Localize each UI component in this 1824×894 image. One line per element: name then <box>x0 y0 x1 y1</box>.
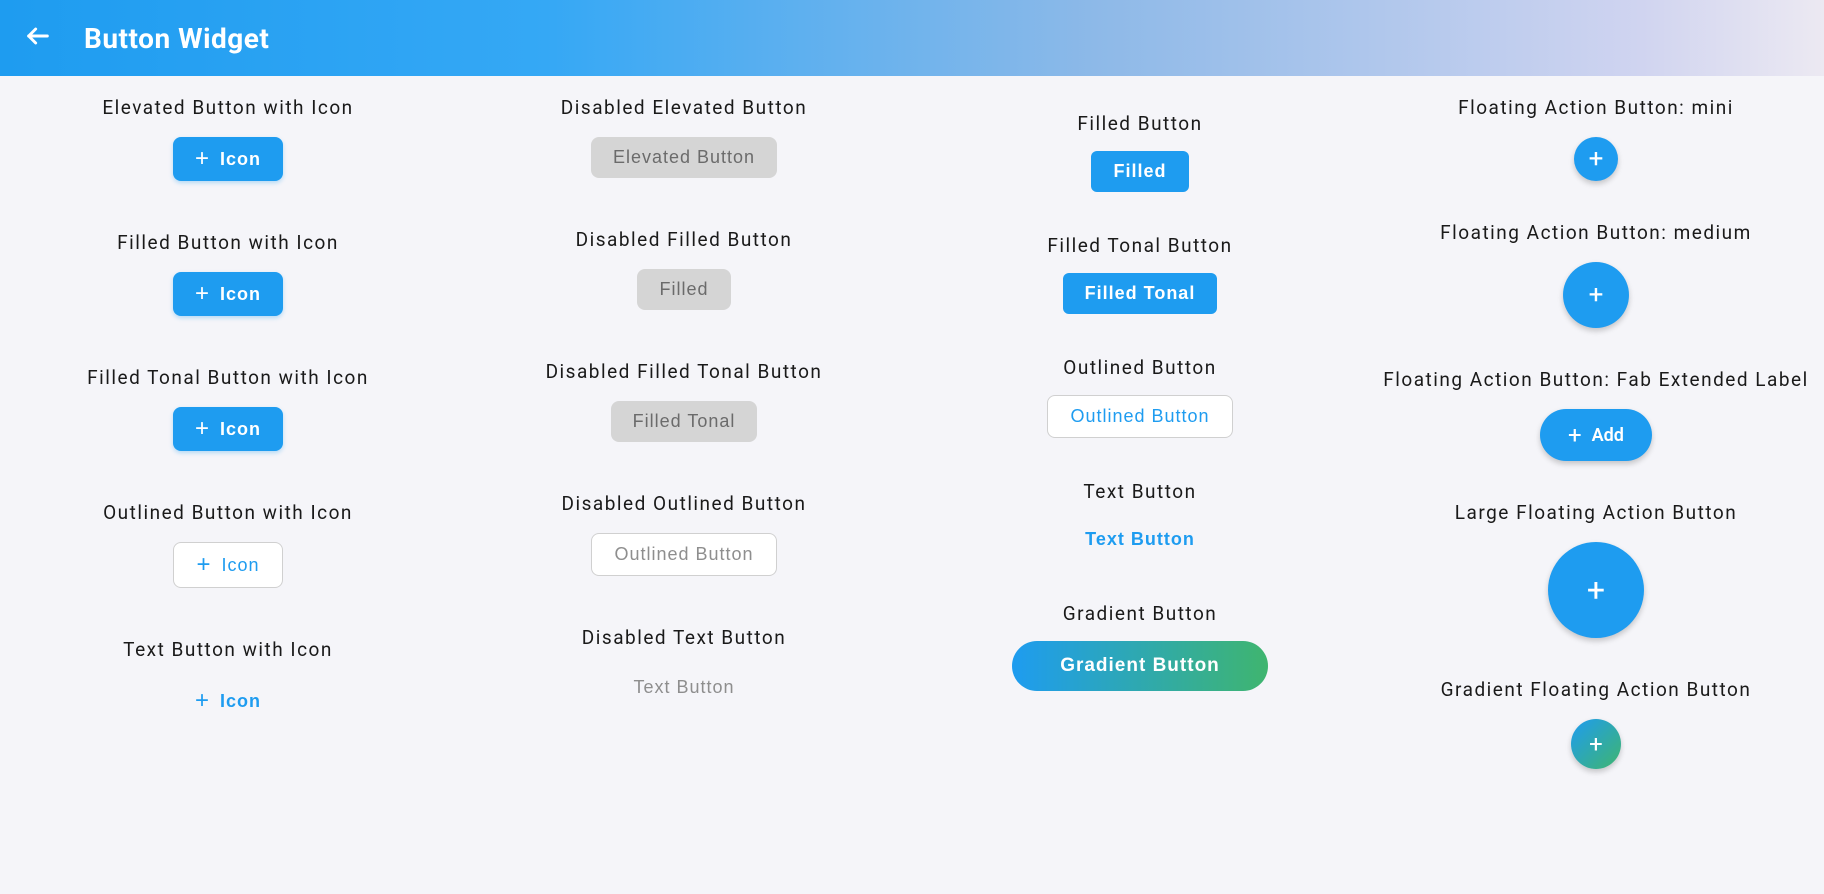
label: Text Button with Icon <box>123 638 333 661</box>
disabled-filled-button: Filled <box>637 269 730 310</box>
label: Disabled Outlined Button <box>562 492 807 515</box>
gradient-button[interactable]: Gradient Button <box>1012 641 1268 691</box>
section-fab-extended: Floating Action Button: Fab Extended Lab… <box>1383 368 1808 461</box>
section-text: Text Button Text Button <box>1063 480 1217 560</box>
label: Filled Button with Icon <box>117 231 339 254</box>
back-arrow-icon[interactable] <box>24 22 52 54</box>
plus-icon: + <box>1587 574 1605 606</box>
appbar: Button Widget <box>0 0 1824 76</box>
label: Large Floating Action Button <box>1455 501 1737 524</box>
section-disabled-filled: Disabled Filled Button Filled <box>576 228 793 310</box>
disabled-tonal-button: Filled Tonal <box>611 401 758 442</box>
fab-gradient[interactable]: + <box>1571 719 1621 769</box>
filled-button[interactable]: Filled <box>1091 151 1188 192</box>
outlined-button[interactable]: Outlined Button <box>1047 395 1232 438</box>
plus-icon: + <box>195 417 210 441</box>
page-title: Button Widget <box>84 22 269 55</box>
section-elevated-icon: Elevated Button with Icon + Icon <box>102 96 353 181</box>
button-label: Icon <box>221 555 259 576</box>
button-label: Outlined Button <box>614 544 753 565</box>
column-disabled-buttons: Disabled Elevated Button Elevated Button… <box>456 84 912 894</box>
button-label: Text Button <box>1085 529 1195 550</box>
label: Floating Action Button: Fab Extended Lab… <box>1383 368 1808 391</box>
disabled-text-button: Text Button <box>611 667 756 708</box>
disabled-outlined-button: Outlined Button <box>591 533 776 576</box>
section-outlined: Outlined Button Outlined Button <box>1047 356 1232 438</box>
button-label: Outlined Button <box>1070 406 1209 427</box>
plus-icon: + <box>1589 282 1604 308</box>
button-label: Icon <box>220 691 261 712</box>
plus-icon: + <box>196 553 211 577</box>
text-button[interactable]: Text Button <box>1063 519 1217 560</box>
label: Floating Action Button: medium <box>1440 221 1752 244</box>
tonal-button[interactable]: Filled Tonal <box>1063 273 1218 314</box>
section-gradient: Gradient Button Gradient Button <box>1012 602 1268 691</box>
section-tonal-icon: Filled Tonal Button with Icon + Icon <box>87 366 369 451</box>
label: Disabled Elevated Button <box>561 96 807 119</box>
label: Gradient Floating Action Button <box>1441 678 1752 701</box>
label: Outlined Button <box>1063 356 1216 379</box>
label: Disabled Filled Tonal Button <box>546 360 823 383</box>
content: Elevated Button with Icon + Icon Filled … <box>0 76 1824 894</box>
button-label: Icon <box>220 284 261 305</box>
section-fab-large: Large Floating Action Button + <box>1455 501 1737 638</box>
plus-icon: + <box>195 147 210 171</box>
label: Elevated Button with Icon <box>102 96 353 119</box>
filled-icon-button[interactable]: + Icon <box>173 272 283 316</box>
tonal-icon-button[interactable]: + Icon <box>173 407 283 451</box>
column-fabs: Floating Action Button: mini + Floating … <box>1368 84 1824 894</box>
plus-icon: + <box>1568 423 1582 447</box>
column-basic-buttons: Filled Button Filled Filled Tonal Button… <box>912 84 1368 894</box>
section-filled: Filled Button Filled <box>1077 112 1202 192</box>
text-icon-button[interactable]: + Icon <box>173 679 283 723</box>
label: Filled Tonal Button with Icon <box>87 366 369 389</box>
label: Disabled Text Button <box>582 626 786 649</box>
section-outlined-icon: Outlined Button with Icon + Icon <box>103 501 353 588</box>
button-label: Filled <box>1113 161 1166 182</box>
plus-icon: + <box>195 282 210 306</box>
button-label: Icon <box>220 149 261 170</box>
section-text-icon: Text Button with Icon + Icon <box>123 638 333 723</box>
label: Disabled Filled Button <box>576 228 793 251</box>
fab-medium[interactable]: + <box>1563 262 1629 328</box>
label: Floating Action Button: mini <box>1458 96 1734 119</box>
section-disabled-elevated: Disabled Elevated Button Elevated Button <box>561 96 807 178</box>
section-disabled-outlined: Disabled Outlined Button Outlined Button <box>562 492 807 576</box>
section-fab-gradient: Gradient Floating Action Button + <box>1441 678 1752 769</box>
label: Outlined Button with Icon <box>103 501 353 524</box>
button-label: Add <box>1592 425 1624 446</box>
button-label: Filled <box>659 279 708 300</box>
button-label: Filled Tonal <box>1085 283 1196 304</box>
fab-extended[interactable]: + Add <box>1540 409 1652 461</box>
section-disabled-tonal: Disabled Filled Tonal Button Filled Tona… <box>546 360 823 442</box>
button-label: Text Button <box>633 677 734 698</box>
plus-icon: + <box>1589 732 1603 756</box>
plus-icon: + <box>1589 146 1604 172</box>
button-label: Elevated Button <box>613 147 755 168</box>
section-filled-icon: Filled Button with Icon + Icon <box>117 231 339 316</box>
fab-mini[interactable]: + <box>1574 137 1618 181</box>
section-tonal: Filled Tonal Button Filled Tonal <box>1047 234 1232 314</box>
section-fab-mini: Floating Action Button: mini + <box>1458 96 1734 181</box>
elevated-icon-button[interactable]: + Icon <box>173 137 283 181</box>
disabled-elevated-button: Elevated Button <box>591 137 777 178</box>
fab-large[interactable]: + <box>1548 542 1644 638</box>
column-icon-buttons: Elevated Button with Icon + Icon Filled … <box>0 84 456 894</box>
section-fab-medium: Floating Action Button: medium + <box>1440 221 1752 328</box>
label: Filled Tonal Button <box>1047 234 1232 257</box>
plus-icon: + <box>195 689 210 713</box>
label: Filled Button <box>1077 112 1202 135</box>
button-label: Gradient Button <box>1060 655 1220 677</box>
section-disabled-text: Disabled Text Button Text Button <box>582 626 786 708</box>
outlined-icon-button[interactable]: + Icon <box>173 542 282 588</box>
button-label: Icon <box>220 419 261 440</box>
label: Gradient Button <box>1063 602 1218 625</box>
label: Text Button <box>1083 480 1196 503</box>
button-label: Filled Tonal <box>633 411 736 432</box>
